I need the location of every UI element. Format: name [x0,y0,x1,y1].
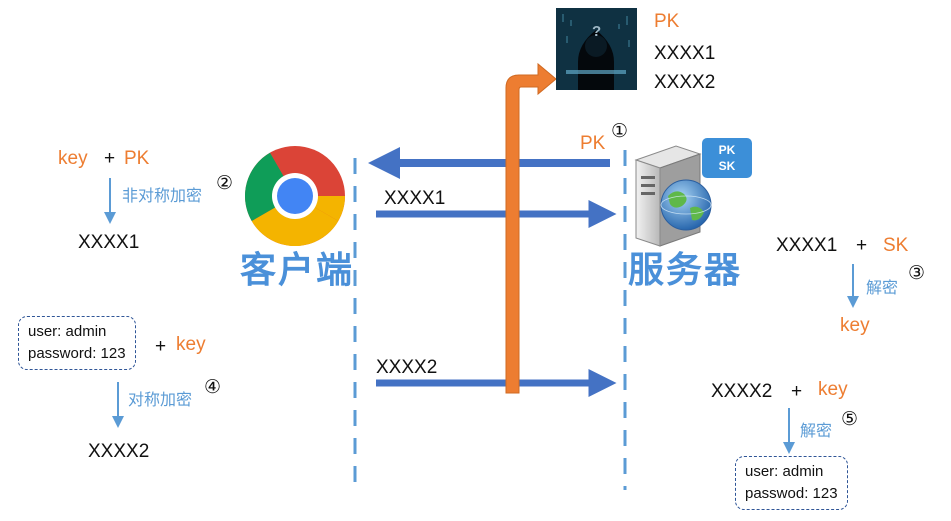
channel-xxxx1-label: XXXX1 [384,188,446,209]
step2-key: key [58,148,88,169]
step3-number: ③ [908,263,926,284]
step3-plus: + [856,235,868,256]
step3-action: 解密 [866,280,899,297]
server-user-line: user: admin [745,463,824,480]
step3-xxxx1: XXXX1 [776,235,838,256]
server-key-badge: PK SK [702,138,752,178]
server-credentials-box: user: admin passwod: 123 [735,456,848,510]
hacker-question-mark: ? [592,23,602,40]
badge-pk: PK [718,143,736,157]
attacker-xxxx2: XXXX2 [654,72,716,93]
channel-pk-label: PK [580,133,606,154]
intercept-arrow [505,62,557,394]
channel-xxxx2-label: XXXX2 [376,357,438,378]
step1-number: ① [611,121,629,142]
attacker-xxxx1: XXXX1 [654,43,716,64]
step4-action: 对称加密 [128,392,193,409]
step5-plus: + [791,381,803,402]
step2-action: 非对称加密 [122,188,203,205]
step2-result: XXXX1 [78,232,140,253]
badge-sk: SK [718,159,736,173]
step5-xxxx2: XXXX2 [711,381,773,402]
attacker-pk: PK [654,11,680,32]
server-icon [634,145,712,247]
step4-number: ④ [204,377,222,398]
step5-action: 解密 [800,423,833,440]
step4-result: XXXX2 [88,441,150,462]
step5-number: ⑤ [841,409,859,430]
step4-plus: + [155,336,167,357]
step3-sk: SK [883,235,909,256]
client-credentials-box: user: admin password: 123 [18,316,136,370]
hacker-image [556,8,637,90]
server-title: 服务器 [628,249,743,290]
step5-key: key [818,379,848,400]
client-password-line: password: 123 [28,345,126,362]
server-password-line: passwod: 123 [745,485,838,502]
step2-plus: + [104,148,116,169]
step4-key: key [176,334,206,355]
step2-number: ② [216,173,234,194]
step3-result: key [840,315,870,336]
client-user-line: user: admin [28,323,107,340]
step2-pk: PK [124,148,150,169]
diagram-canvas: PK SK ? PK XXXX1 XXXX2 PK ① XXXX1 XXXX2 … [0,0,951,521]
client-title: 客户端 [240,249,355,290]
chrome-icon [245,146,345,246]
